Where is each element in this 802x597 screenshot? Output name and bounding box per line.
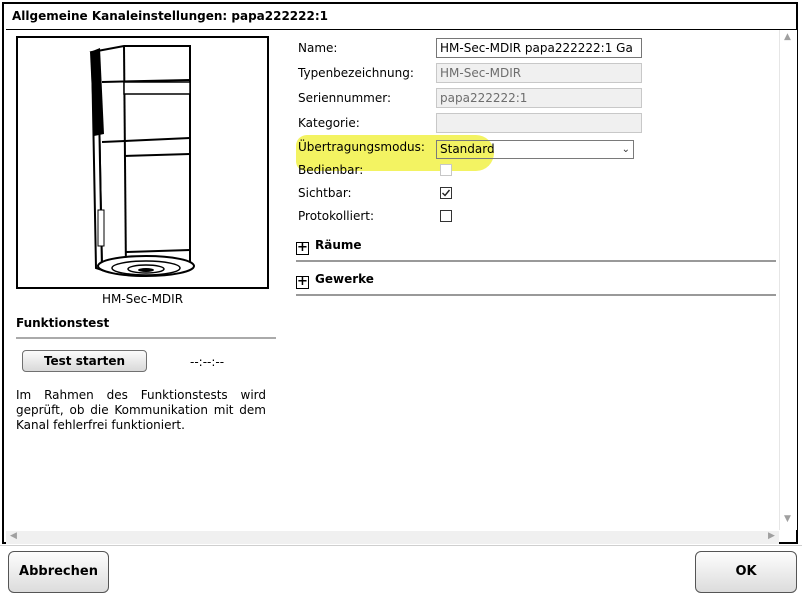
functions-toggle[interactable]: + Gewerke: [296, 272, 374, 289]
serial-field: papa222222:1: [436, 88, 642, 108]
scroll-down-icon[interactable]: ▼: [784, 514, 791, 524]
test-status: --:--:--: [190, 355, 225, 369]
rooms-divider: [296, 260, 776, 262]
footer-divider: [0, 545, 802, 546]
serial-label: Seriennummer:: [298, 91, 391, 105]
device-image: [16, 36, 269, 289]
logged-label: Protokolliert:: [298, 209, 375, 223]
vertical-scrollbar[interactable]: ▲ ▼: [779, 30, 797, 530]
title-divider: [6, 29, 796, 30]
horizontal-scrollbar[interactable]: ◀ ▶: [6, 531, 779, 544]
scroll-up-icon[interactable]: ▲: [784, 32, 791, 42]
checkmark-icon: [442, 189, 451, 197]
functions-label: Gewerke: [315, 272, 374, 286]
type-label: Typenbezeichnung:: [298, 66, 414, 80]
transmission-mode-label: Übertragungsmodus:: [298, 140, 425, 154]
section-divider: [16, 337, 276, 339]
chevron-down-icon: ⌄: [621, 144, 630, 155]
name-input[interactable]: HM-Sec-MDIR papa222222:1 Ga: [436, 38, 642, 58]
type-field: HM-Sec-MDIR: [436, 63, 642, 83]
motion-detector-icon: [89, 45, 195, 277]
start-test-button[interactable]: Test starten: [22, 350, 147, 372]
function-test-heading: Funktionstest: [16, 316, 110, 330]
ok-button[interactable]: OK: [695, 551, 797, 593]
functions-divider: [296, 294, 776, 296]
name-label: Name:: [298, 41, 338, 55]
rooms-toggle[interactable]: + Räume: [296, 238, 362, 255]
category-label: Kategorie:: [298, 116, 360, 130]
transmission-mode-select[interactable]: Standard ⌄: [436, 140, 634, 159]
rooms-label: Räume: [315, 238, 362, 252]
cancel-button[interactable]: Abbrechen: [8, 551, 109, 593]
visible-label: Sichtbar:: [298, 186, 352, 200]
plus-icon: +: [296, 240, 309, 255]
category-field: [436, 113, 642, 133]
scroll-right-icon[interactable]: ▶: [768, 531, 775, 541]
visible-checkbox[interactable]: [440, 187, 452, 199]
transmission-mode-value: Standard: [440, 142, 495, 156]
logged-checkbox[interactable]: [440, 210, 452, 222]
operable-checkbox: [440, 164, 452, 176]
dialog-title: Allgemeine Kanaleinstellungen: papa22222…: [12, 9, 329, 23]
channel-settings-dialog: Allgemeine Kanaleinstellungen: papa22222…: [2, 2, 798, 544]
operable-label: Bedienbar:: [298, 163, 364, 177]
scroll-left-icon[interactable]: ◀: [10, 531, 17, 541]
device-caption: HM-Sec-MDIR: [101, 292, 184, 306]
function-test-description: Im Rahmen des Funktionstests wird geprüf…: [16, 388, 266, 432]
plus-icon: +: [296, 274, 309, 289]
